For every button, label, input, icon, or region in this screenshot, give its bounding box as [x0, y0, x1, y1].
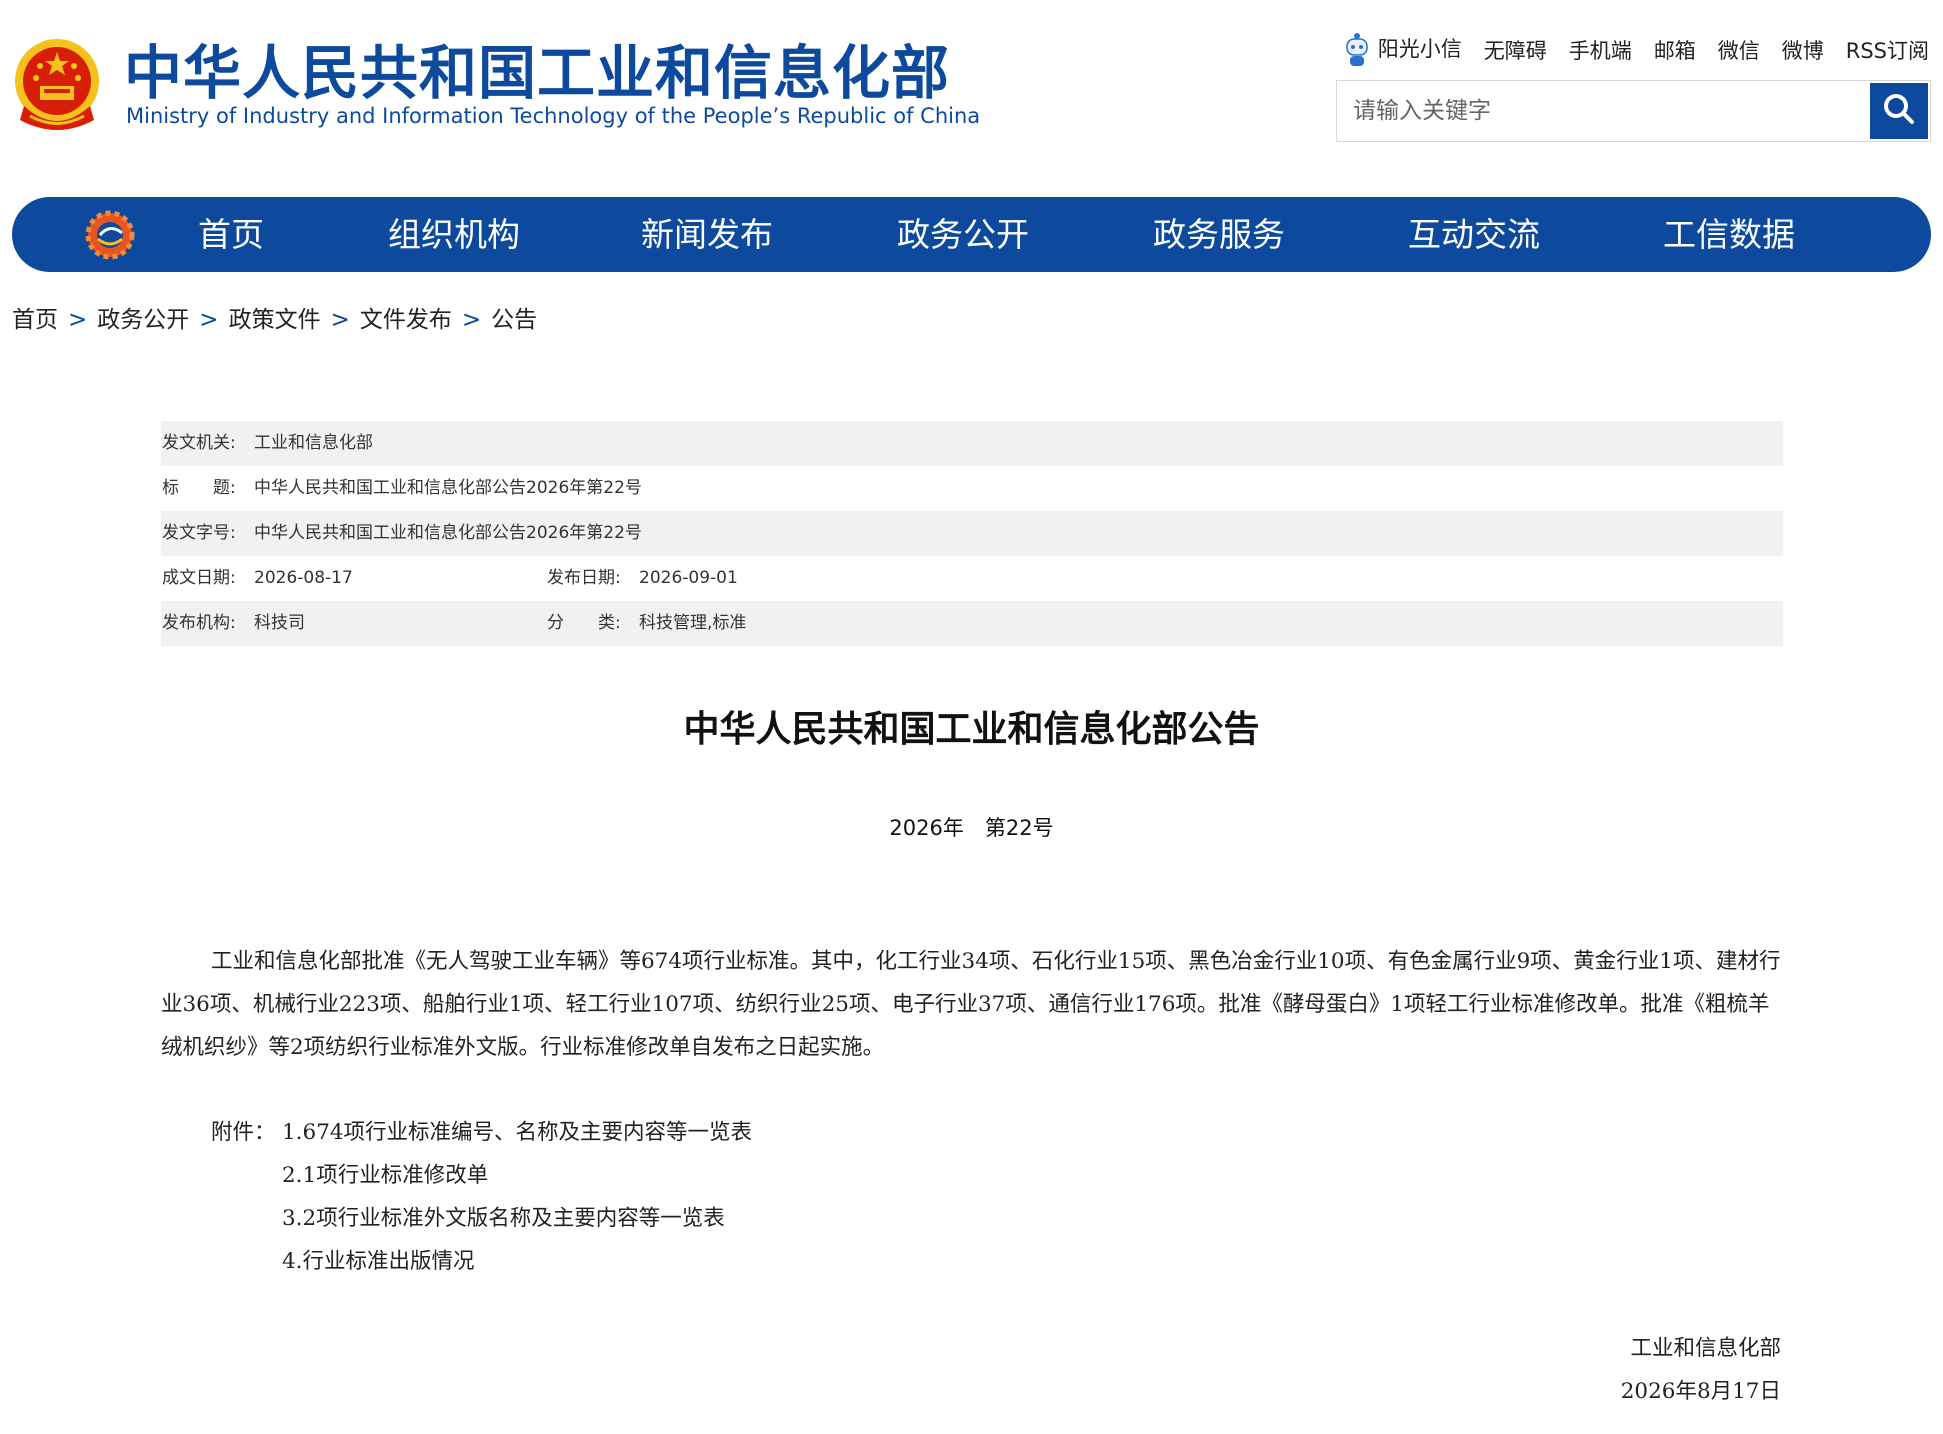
- top-link-sunshine-xiaoxin[interactable]: 阳光小信: [1342, 30, 1462, 70]
- meta-value-issuer: 工业和信息化部: [254, 433, 373, 453]
- breadcrumb-home[interactable]: 首页: [12, 307, 58, 333]
- nav-item-news[interactable]: 新闻发布: [641, 197, 773, 272]
- breadcrumb-government-affairs[interactable]: 政务公开: [97, 307, 189, 333]
- search-input[interactable]: [1337, 81, 1865, 141]
- attachment-link[interactable]: 2.1项行业标准修改单: [282, 1163, 488, 1188]
- attachment-item: 3.2项行业标准外文版名称及主要内容等一览表: [211, 1197, 752, 1240]
- top-links: 阳光小信 无障碍 手机端 邮箱 微信 微博 RSS订阅: [1342, 30, 1929, 70]
- meta-value-published-date: 2026-09-01: [639, 568, 738, 588]
- attachment-link[interactable]: 1.674项行业标准编号、名称及主要内容等一览表: [282, 1120, 752, 1145]
- robot-assistant-icon: [1342, 30, 1372, 70]
- meta-label: 成文日期:: [162, 568, 236, 588]
- attachment-item: 2.1项行业标准修改单: [211, 1154, 752, 1197]
- meta-label: 发文机关:: [162, 433, 236, 453]
- attachment-link[interactable]: 3.2项行业标准外文版名称及主要内容等一览表: [282, 1206, 725, 1231]
- meta-row-org-category: 发布机构: 科技司 分 类: 科技管理,标准: [161, 601, 1783, 646]
- meta-row-issuer: 发文机关: 工业和信息化部: [161, 421, 1783, 466]
- nav-item-government-services[interactable]: 政务服务: [1153, 197, 1285, 272]
- meta-row-doc-number: 发文字号: 中华人民共和国工业和信息化部公告2026年第22号: [161, 511, 1783, 556]
- meta-value-doc-number: 中华人民共和国工业和信息化部公告2026年第22号: [254, 523, 642, 543]
- breadcrumb-separator: >: [68, 307, 88, 333]
- breadcrumb-separator: >: [199, 307, 219, 333]
- breadcrumb-separator: >: [330, 307, 350, 333]
- nav-item-home[interactable]: 首页: [198, 197, 264, 272]
- attachments-list: 附件： 1.674项行业标准编号、名称及主要内容等一览表 2.1项行业标准修改单 …: [211, 1111, 752, 1283]
- document-title: 中华人民共和国工业和信息化部公告: [683, 709, 1260, 750]
- national-emblem-icon: [12, 36, 102, 136]
- site-title[interactable]: 中华人民共和国工业和信息化部: [124, 38, 950, 108]
- top-link-weibo[interactable]: 微博: [1782, 35, 1824, 65]
- attachments-label: 附件：: [211, 1120, 276, 1145]
- document-body: 工业和信息化部批准《无人驾驶工业车辆》等674项行业标准。其中，化工行业34项、…: [161, 949, 1781, 1060]
- meta-label: 发布日期:: [547, 568, 621, 588]
- top-link-mobile[interactable]: 手机端: [1569, 35, 1632, 65]
- attachment-link[interactable]: 4.行业标准出版情况: [282, 1249, 475, 1274]
- breadcrumb-announcement[interactable]: 公告: [491, 307, 537, 333]
- top-link-label: 阳光小信: [1377, 37, 1462, 61]
- breadcrumb-policy-documents[interactable]: 政策文件: [229, 307, 321, 333]
- nav-item-government-affairs[interactable]: 政务公开: [897, 197, 1029, 272]
- meta-label: 标 题:: [162, 478, 236, 498]
- document-number: 2026年 第22号: [889, 816, 1054, 840]
- meta-row-dates: 成文日期: 2026-08-17 发布日期: 2026-09-01: [161, 556, 1783, 601]
- miit-logo-icon: [84, 209, 136, 261]
- meta-label: 发布机构:: [162, 613, 236, 633]
- signature-date: 2026年8月17日: [1620, 1379, 1781, 1404]
- top-link-wechat[interactable]: 微信: [1718, 35, 1760, 65]
- site-title-english[interactable]: Ministry of Industry and Information Tec…: [126, 104, 980, 128]
- meta-label: 分 类:: [547, 613, 621, 633]
- meta-value-created-date: 2026-08-17: [254, 568, 353, 588]
- signature-org: 工业和信息化部: [1630, 1336, 1781, 1361]
- top-link-mailbox[interactable]: 邮箱: [1654, 35, 1696, 65]
- signature-block: 工业和信息化部 2026年8月17日: [1621, 1327, 1781, 1413]
- breadcrumb: 首页 > 政务公开 > 政策文件 > 文件发布 > 公告: [12, 300, 537, 334]
- search-button[interactable]: [1870, 83, 1928, 139]
- search-icon: [1881, 91, 1917, 131]
- meta-value-title: 中华人民共和国工业和信息化部公告2026年第22号: [254, 478, 642, 498]
- document-metadata-table: 发文机关: 工业和信息化部 标 题: 中华人民共和国工业和信息化部公告2026年…: [161, 421, 1783, 646]
- top-link-rss[interactable]: RSS订阅: [1846, 35, 1929, 65]
- breadcrumb-document-release[interactable]: 文件发布: [360, 307, 452, 333]
- meta-row-title: 标 题: 中华人民共和国工业和信息化部公告2026年第22号: [161, 466, 1783, 511]
- search-box: [1336, 80, 1931, 142]
- attachment-item: 4.行业标准出版情况: [211, 1240, 752, 1283]
- meta-value-category: 科技管理,标准: [639, 613, 747, 633]
- main-nav: 首页 组织机构 新闻发布 政务公开 政务服务 互动交流 工信数据: [12, 197, 1931, 272]
- nav-item-organization[interactable]: 组织机构: [388, 197, 520, 272]
- meta-value-org: 科技司: [254, 613, 305, 633]
- breadcrumb-separator: >: [461, 307, 482, 333]
- meta-label: 发文字号:: [162, 523, 236, 543]
- nav-item-interaction[interactable]: 互动交流: [1408, 197, 1540, 272]
- top-link-accessibility[interactable]: 无障碍: [1484, 35, 1547, 65]
- nav-item-data[interactable]: 工信数据: [1663, 197, 1795, 272]
- attachment-item: 附件： 1.674项行业标准编号、名称及主要内容等一览表: [211, 1111, 752, 1154]
